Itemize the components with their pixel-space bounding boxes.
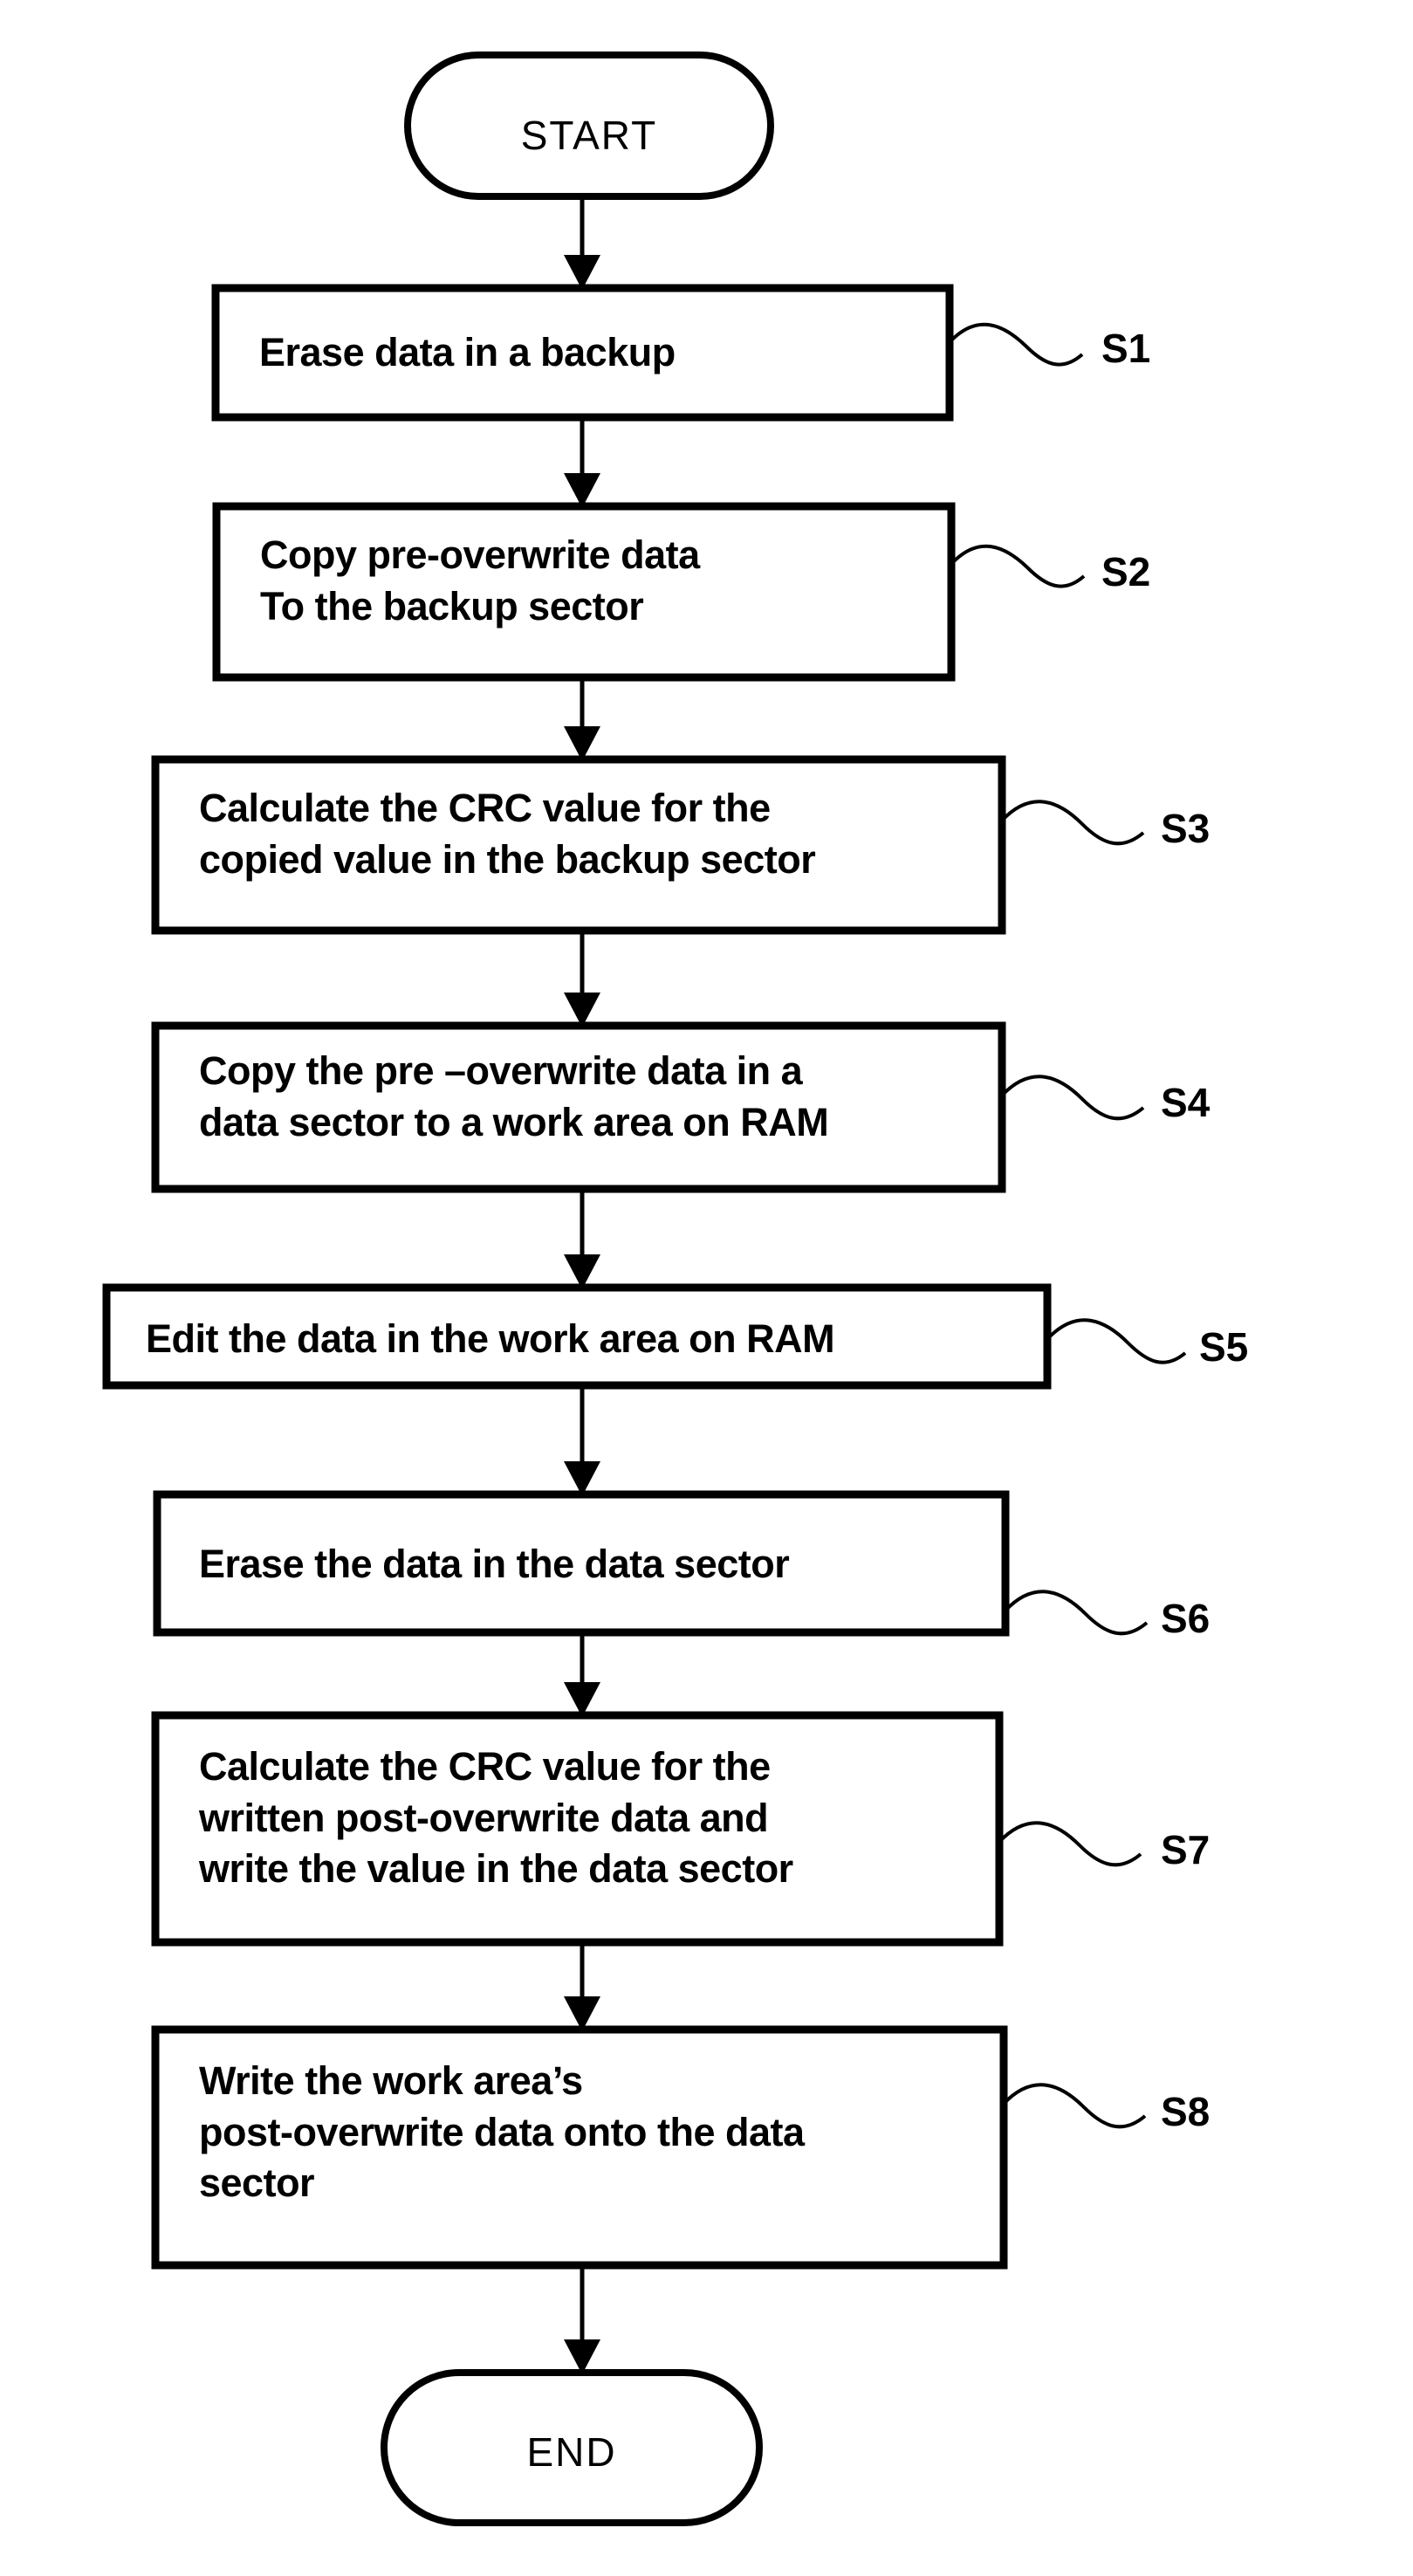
leader-line-s2 — [950, 544, 1086, 588]
node-s5-label: Edit the data in the work area on RAM — [146, 1316, 835, 1361]
connector-s4-to-s5 — [564, 1189, 600, 1289]
leader-line-s4 — [1000, 1075, 1145, 1121]
step-label-s3: S3 — [1161, 806, 1211, 851]
node-s7-line-1: Calculate the CRC value for the — [199, 1744, 771, 1789]
flowchart-page: START Erase data in a backup Copy pre-ov… — [0, 0, 1413, 2576]
node-end-label: END — [526, 2429, 617, 2475]
step-label-s4: S4 — [1161, 1080, 1211, 1125]
connector-start-to-s1 — [564, 196, 600, 290]
node-s3-label: Calculate the CRC value for the copied va… — [199, 783, 816, 885]
node-s8-label: Write the work area’s post-overwrite data… — [199, 2056, 805, 2209]
step-label-s1: S1 — [1101, 326, 1151, 371]
connector-s5-to-s6 — [564, 1385, 600, 1496]
node-s3-line-1: Calculate the CRC value for the — [199, 786, 771, 830]
leader-line-s5 — [1046, 1318, 1187, 1364]
connector-s2-to-s3 — [564, 677, 600, 761]
node-s3-line-2: copied value in the backup sector — [199, 836, 816, 882]
leader-line-s1 — [948, 322, 1084, 367]
node-s8-line-2: post-overwrite data onto the data — [199, 2109, 805, 2154]
connector-s3-to-s4 — [564, 931, 600, 1027]
step-label-s2: S2 — [1101, 549, 1151, 594]
node-s2-line-2: To the backup sector — [260, 583, 644, 629]
node-start-label: START — [520, 113, 658, 158]
node-s8-line-3: sector — [199, 2160, 315, 2205]
node-s1-label: Erase data in a backup — [259, 330, 676, 374]
leader-line-s8 — [1002, 2083, 1147, 2129]
leader-line-s3 — [1000, 800, 1145, 846]
connector-s7-to-s8 — [564, 1942, 600, 2031]
connector-s1-to-s2 — [564, 417, 600, 508]
leader-line-s6 — [1004, 1590, 1149, 1636]
node-s7-line-2: written post-overwrite data and — [199, 1795, 769, 1840]
node-s7-label: Calculate the CRC value for the written p… — [199, 1741, 793, 1895]
step-label-s5: S5 — [1199, 1324, 1249, 1370]
step-label-s8: S8 — [1161, 2089, 1211, 2134]
node-s4-label: Copy the pre –overwrite data in a data se… — [199, 1046, 829, 1148]
connector-s6-to-s7 — [564, 1632, 600, 1717]
node-s6-label: Erase the data in the data sector — [199, 1542, 790, 1586]
node-s4-line-2: data sector to a work area on RAM — [199, 1099, 829, 1144]
node-s2-label: Copy pre-overwrite data To the backup sec… — [260, 530, 700, 632]
leader-line-s7 — [998, 1821, 1142, 1867]
connector-s8-to-end — [564, 2265, 600, 2374]
node-s4-line-1: Copy the pre –overwrite data in a — [199, 1048, 803, 1093]
step-label-s7: S7 — [1161, 1827, 1211, 1872]
node-s8-line-1: Write the work area’s — [199, 2058, 583, 2103]
node-s7-line-3: write the value in the data sector — [199, 1846, 793, 1891]
step-label-s6: S6 — [1161, 1596, 1211, 1641]
node-s2-line-1: Copy pre-overwrite data — [260, 532, 700, 577]
